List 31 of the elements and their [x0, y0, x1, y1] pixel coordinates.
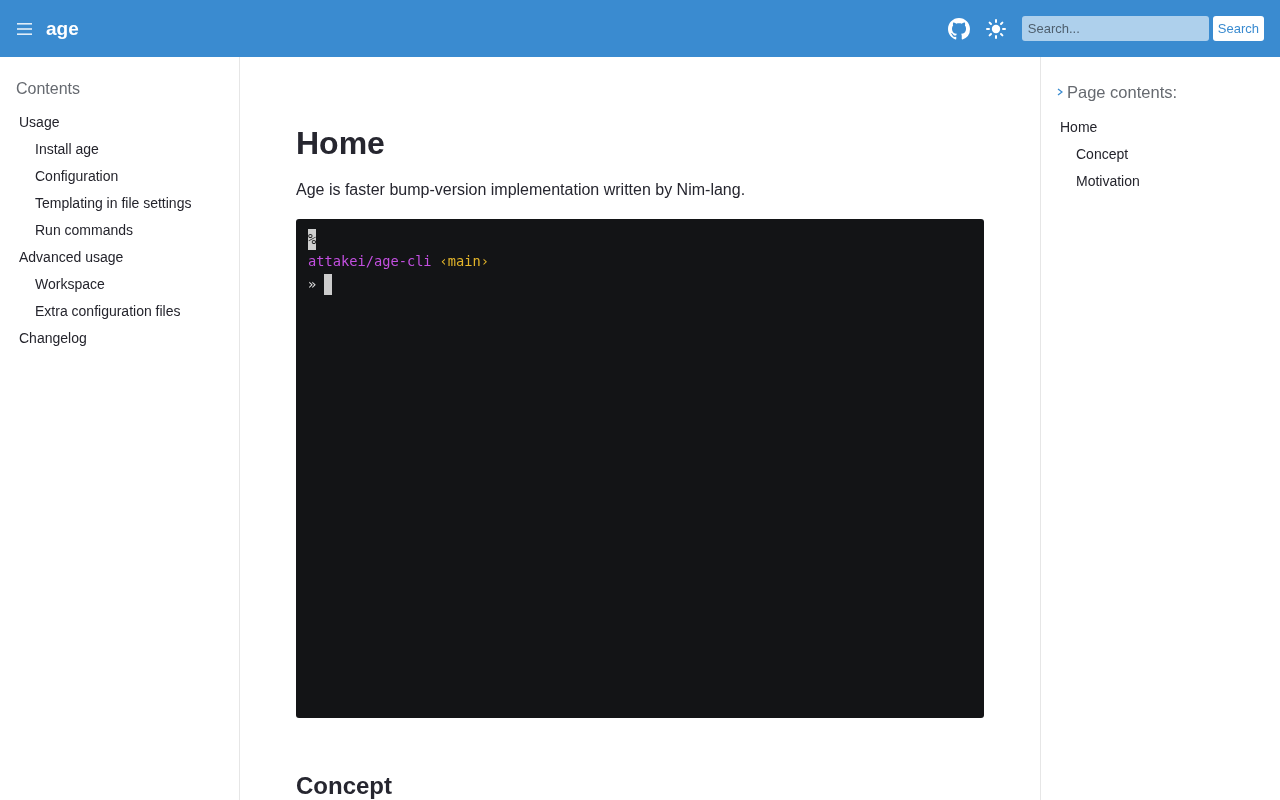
- nav-link[interactable]: Home: [1057, 114, 1098, 141]
- menu-button[interactable]: [15, 20, 34, 37]
- nav-sublink[interactable]: Templating in file settings: [16, 190, 192, 217]
- toc-title: Page contents:: [1067, 82, 1178, 103]
- terminal-text: »: [308, 274, 317, 294]
- nav-sublink[interactable]: Install age: [16, 136, 99, 163]
- nav-sublink[interactable]: Configuration: [16, 163, 119, 190]
- nav-link[interactable]: Changelog: [16, 325, 87, 352]
- terminal-text: ‹main›: [439, 252, 490, 272]
- page-heading: Home: [296, 124, 386, 162]
- theme-toggle-button[interactable]: [985, 18, 1006, 39]
- nav-link[interactable]: Advanced usage: [16, 244, 124, 271]
- nav-sublink[interactable]: Concept: [1057, 141, 1129, 168]
- site-title[interactable]: age: [46, 17, 79, 40]
- search-button[interactable]: Search: [1212, 16, 1264, 41]
- intro-text: Age is faster bump-version implementation written by Nim-lang.: [296, 180, 747, 200]
- nav-sublink[interactable]: Workspace: [16, 271, 105, 298]
- sidebar-title: Contents: [16, 79, 82, 99]
- section-heading: Concept: [296, 774, 393, 798]
- menu-icon: [17, 22, 32, 35]
- github-button[interactable]: [947, 17, 970, 40]
- sun-icon: [985, 18, 1006, 39]
- nav-sublink[interactable]: Motivation: [1057, 168, 1140, 195]
- search-field[interactable]: Search...: [1021, 16, 1209, 41]
- nav-sublink[interactable]: Extra configuration files: [16, 298, 181, 325]
- terminal-text: %: [308, 228, 317, 250]
- nav-link[interactable]: Usage: [16, 109, 60, 136]
- github-icon: [947, 17, 970, 40]
- terminal-text: attakei/age-cli: [308, 252, 432, 272]
- nav-sublink[interactable]: Run commands: [16, 217, 134, 244]
- chevron-icon[interactable]: [1057, 88, 1063, 96]
